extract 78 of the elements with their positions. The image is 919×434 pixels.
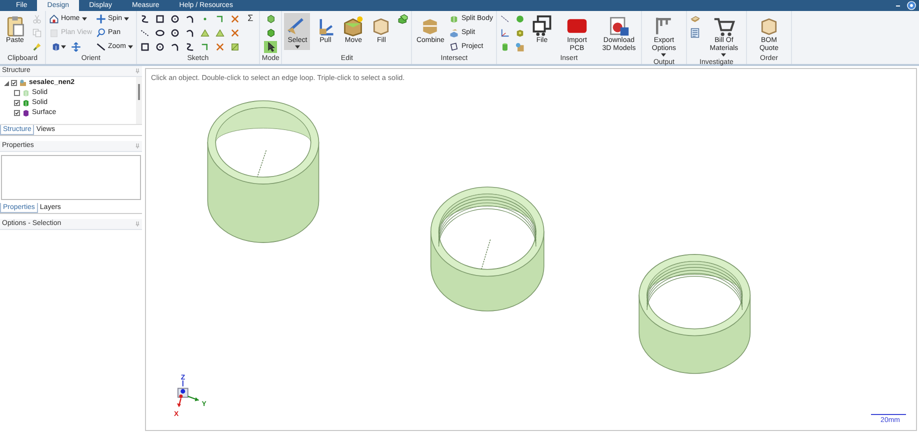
arrow-pointer-icon [266,42,276,52]
solid-cube-icon [22,99,30,107]
move-cross-icon [96,14,106,24]
scrollbar[interactable] [136,77,142,124]
arc-icon [185,14,196,24]
circle-icon [170,28,180,38]
arc-icon [170,42,180,52]
plane-icon [230,42,240,52]
curve-icon [200,42,210,52]
checkbox[interactable] [14,100,20,106]
rectangle-icon [140,42,150,52]
circle-icon [170,14,180,24]
ring-drawing[interactable] [430,186,544,312]
tool-button[interactable] [154,27,167,39]
spline-icon [185,42,196,52]
split-icon [449,14,460,24]
fill-box-icon [342,15,364,37]
solid-cube-icon [266,28,276,38]
axis-line-icon [500,14,510,24]
sphere-icon [515,14,526,24]
export-document-icon [608,15,630,37]
cross-icon [230,14,240,24]
line-icon [96,42,106,52]
bill-list-icon [690,28,700,38]
tool-button[interactable]: Σ [244,13,257,25]
scissors-icon [32,14,42,24]
surface-icon [22,109,30,117]
copy-icon [32,28,42,38]
cube-icon [50,42,60,52]
file-import-icon [515,42,526,52]
pin-icon [135,143,140,149]
rotate-arrows-icon [71,42,82,52]
arc-icon [185,28,196,38]
caret-icon [60,45,66,49]
caret-icon [721,53,726,57]
stacked-sheets-icon [690,14,700,24]
caret-icon [82,17,87,21]
project-icon [449,28,460,38]
shell-icon [515,28,526,38]
tool-button[interactable] [138,41,152,53]
circle-icon [155,42,166,52]
sketch-plane-icon [200,28,210,38]
cylinder-icon [500,42,510,52]
spline-icon [140,14,150,24]
caret-icon [124,17,130,21]
cross-icon [230,28,240,38]
caret-icon [128,45,133,49]
magnifier-icon [96,28,106,38]
dotted-line-icon [140,28,150,38]
help-icon [907,1,916,10]
sketch-plane-icon [215,28,226,38]
brush-icon [32,42,42,52]
tool-button[interactable] [154,13,167,25]
combine-icon [398,14,408,24]
curve-icon [215,14,226,24]
pin-icon [135,221,140,227]
axis-triad-drawing[interactable] [176,380,199,408]
rectangle-icon [155,14,166,24]
section-icon [266,14,276,24]
part-icon [19,79,27,87]
caret-icon [661,53,666,57]
checkbox[interactable] [14,90,20,96]
origin-icon [500,28,510,38]
checkbox[interactable] [14,110,20,116]
caret-icon [294,45,300,49]
cross-icon [215,42,226,52]
plane-outline-icon [449,42,460,52]
shopping-cart-icon [712,15,735,37]
ring-drawing[interactable] [638,254,751,374]
solid-cube-icon [22,89,30,97]
ellipse-icon [155,28,166,38]
house-icon [49,14,59,24]
tool-button[interactable] [264,41,278,53]
pin-icon [135,68,140,74]
pcb-icon [530,15,553,37]
ring-drawing[interactable] [207,100,320,243]
minimize-ribbon-icon [895,2,901,8]
checkbox[interactable] [11,80,17,86]
